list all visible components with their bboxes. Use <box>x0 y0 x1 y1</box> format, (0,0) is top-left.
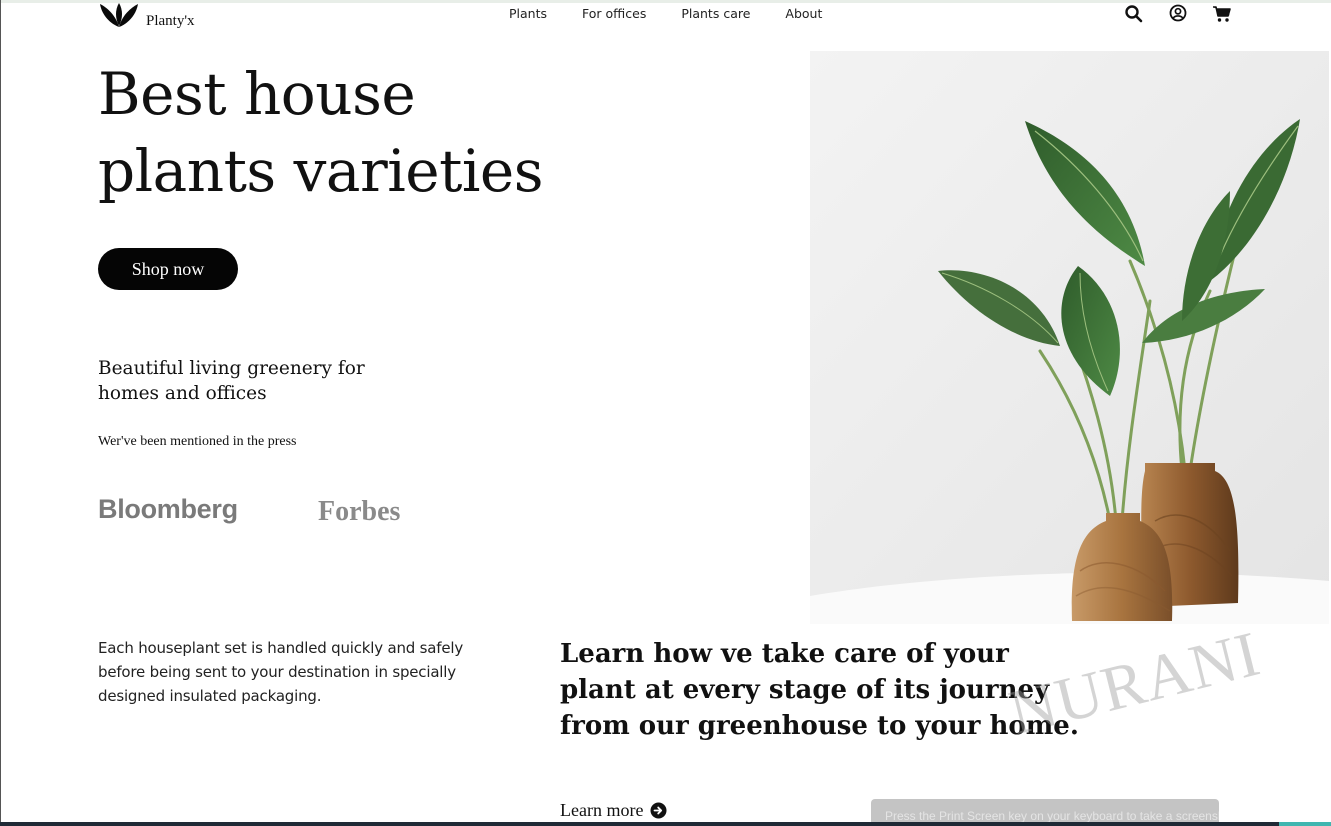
cart-icon[interactable] <box>1212 4 1232 24</box>
care-heading: Learn how ve take care of your plant at … <box>560 639 1079 741</box>
press-logo-bloomberg: Bloomberg <box>98 494 238 524</box>
window-top-edge <box>0 0 1331 3</box>
header-actions <box>1124 4 1232 24</box>
nav-item-for-offices[interactable]: For offices <box>582 6 646 22</box>
brand-logo[interactable]: Planty'x <box>98 2 195 29</box>
nav-item-plants[interactable]: Plants <box>509 6 547 22</box>
leaf-logo-icon <box>100 3 138 27</box>
main-nav: Plants For offices Plants care About <box>509 6 822 22</box>
window-bottom-accent <box>1279 822 1331 826</box>
user-account-icon[interactable] <box>1168 4 1188 24</box>
hero-plant-image <box>810 51 1329 624</box>
learn-more-link[interactable]: Learn more <box>560 800 667 821</box>
shop-now-button[interactable]: Shop now <box>98 248 238 290</box>
hero-tagline: Beautiful living greenery for homes and … <box>98 358 365 404</box>
press-logo-forbes: Forbes <box>318 496 401 527</box>
packaging-description: Each houseplant set is handled quickly a… <box>98 639 464 705</box>
search-icon[interactable] <box>1124 4 1144 24</box>
window-left-edge <box>0 0 1 826</box>
hero-title: Best house plants varieties <box>98 60 544 205</box>
brand-name: Planty'x <box>146 13 195 29</box>
window-bottom-edge <box>0 822 1331 826</box>
nav-item-about[interactable]: About <box>785 6 822 22</box>
press-label: Wer've been mentioned in the press <box>98 434 297 449</box>
learn-more-label: Learn more <box>560 800 644 820</box>
nav-item-plants-care[interactable]: Plants care <box>681 6 750 22</box>
arrow-right-circle-icon <box>650 802 667 819</box>
